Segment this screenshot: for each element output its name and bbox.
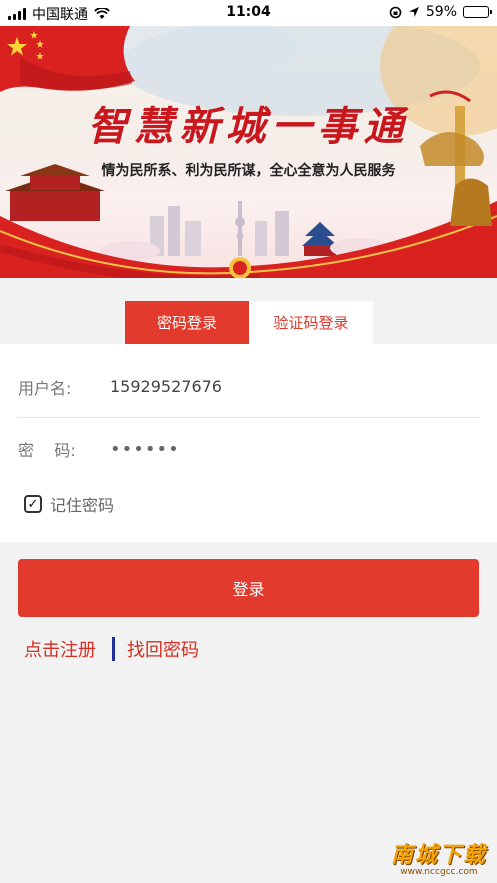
remember-label: 记住密码 — [50, 496, 115, 515]
banner-artwork — [0, 26, 497, 278]
login-button[interactable]: 登录 — [18, 559, 479, 617]
login-tabs: 密码登录 验证码登录 — [0, 278, 497, 344]
auth-links: 点击注册 找回密码 — [24, 636, 199, 662]
battery-percent: 59% — [425, 4, 457, 20]
password-row: 密 码: •••••• — [18, 418, 479, 480]
login-form: 用户名: 15929527676 密 码: •••••• ✓ 记住密码 — [0, 344, 497, 542]
header-banner: 智慧新城一事通 情为民所系、利为民所谋，全心全意为人民服务 — [0, 26, 497, 278]
location-arrow-icon — [408, 7, 419, 17]
password-label: 密 码: — [18, 441, 76, 460]
tab-password-login[interactable]: 密码登录 — [125, 301, 249, 344]
password-input[interactable]: •••••• — [110, 439, 180, 460]
link-divider — [112, 637, 115, 661]
app-slogan: 情为民所系、利为民所谋，全心全意为人民服务 — [101, 163, 396, 179]
status-bar: 中国联通 11:04 59% — [0, 0, 497, 26]
remember-checkbox[interactable]: ✓ — [24, 495, 42, 513]
recover-password-link[interactable]: 找回密码 — [127, 636, 199, 662]
app-title: 智慧新城一事通 — [87, 103, 410, 150]
watermark-text: 南城下载 — [390, 843, 487, 868]
status-bar-right: 59% — [389, 4, 492, 20]
register-link[interactable]: 点击注册 — [24, 636, 96, 662]
rotation-lock-icon — [389, 6, 402, 18]
watermark-url: www.nccgcc.com — [400, 867, 478, 877]
username-input[interactable]: 15929527676 — [110, 377, 222, 396]
tab-sms-login[interactable]: 验证码登录 — [249, 301, 373, 344]
username-label: 用户名: — [18, 378, 72, 398]
username-row: 用户名: 15929527676 — [18, 356, 479, 418]
watermark: 南城下载 www.nccgcc.com — [391, 837, 487, 877]
remember-password[interactable]: ✓ 记住密码 — [24, 492, 114, 516]
battery-icon — [463, 6, 492, 18]
